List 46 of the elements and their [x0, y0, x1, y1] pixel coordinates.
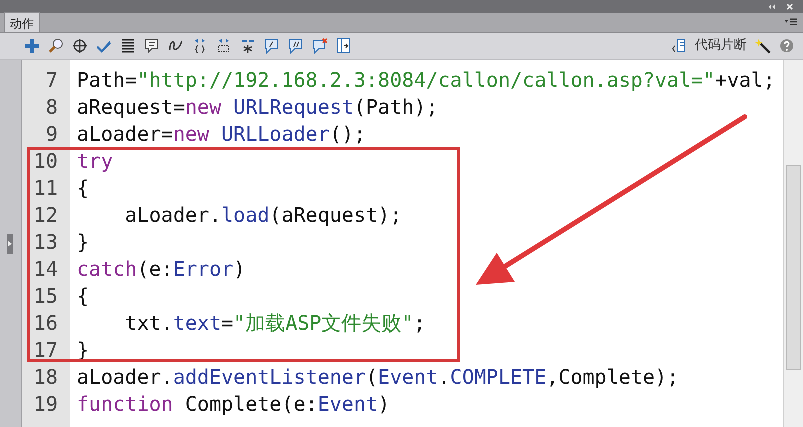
- search-icon[interactable]: [48, 38, 64, 54]
- line-number: 9: [44, 121, 59, 148]
- panel-toggle-icon[interactable]: [336, 38, 352, 54]
- code-line: {: [77, 175, 90, 202]
- code-line: }: [77, 229, 90, 256]
- code-line: function Complete(e:Event): [77, 391, 392, 418]
- help-icon[interactable]: [779, 38, 795, 54]
- line-number: 13: [32, 229, 59, 256]
- line-number: 12: [32, 202, 59, 229]
- code-snippets-label[interactable]: 代码片断: [695, 36, 747, 56]
- code-line: {: [77, 283, 90, 310]
- remove-comment-icon[interactable]: [312, 38, 328, 54]
- selection-collapse-icon[interactable]: [216, 38, 232, 54]
- line-comment-icon[interactable]: [288, 38, 304, 54]
- block-comment-icon[interactable]: [264, 38, 280, 54]
- scrollbar[interactable]: [783, 60, 803, 427]
- code-line: aRequest=new URLRequest(Path);: [77, 94, 440, 121]
- code-line: Path="http://192.168.2.3:8084/callon/callon.asp?val="+val;: [77, 67, 776, 94]
- code-line: aLoader.load(aRequest);: [124, 202, 404, 229]
- line-number: 16: [32, 310, 59, 337]
- line-number: 15: [32, 283, 59, 310]
- code-line: aLoader.addEventListener(Event.COMPLETE,Complete);: [77, 364, 680, 391]
- panel-tab[interactable]: 动作: [4, 12, 40, 32]
- line-number: 8: [44, 94, 59, 121]
- line-number: 10: [32, 148, 59, 175]
- code-line: txt.text="加载ASP文件失败";: [124, 310, 427, 337]
- expand-handle-icon[interactable]: [7, 234, 13, 254]
- code-line: try: [77, 148, 114, 175]
- code-line: catch(e:Error): [77, 256, 247, 283]
- line-number: 11: [32, 175, 59, 202]
- align-icon[interactable]: [120, 38, 136, 54]
- code-line: }: [77, 337, 90, 364]
- snippet-icon[interactable]: [671, 38, 687, 54]
- scrollbar-thumb[interactable]: [786, 165, 801, 370]
- add-icon[interactable]: [24, 38, 40, 54]
- target-icon[interactable]: [72, 38, 88, 54]
- line-number: 7: [44, 67, 59, 94]
- magic-wand-icon[interactable]: [755, 38, 771, 54]
- expand-all-icon[interactable]: [240, 38, 256, 54]
- close-icon[interactable]: [785, 2, 795, 12]
- code-line: aLoader=new URLLoader();: [77, 121, 367, 148]
- line-number: 18: [32, 364, 59, 391]
- line-number: 14: [32, 256, 59, 283]
- line-number: 17: [32, 337, 59, 364]
- line-number: 19: [32, 391, 59, 418]
- comment-box-icon[interactable]: [144, 38, 160, 54]
